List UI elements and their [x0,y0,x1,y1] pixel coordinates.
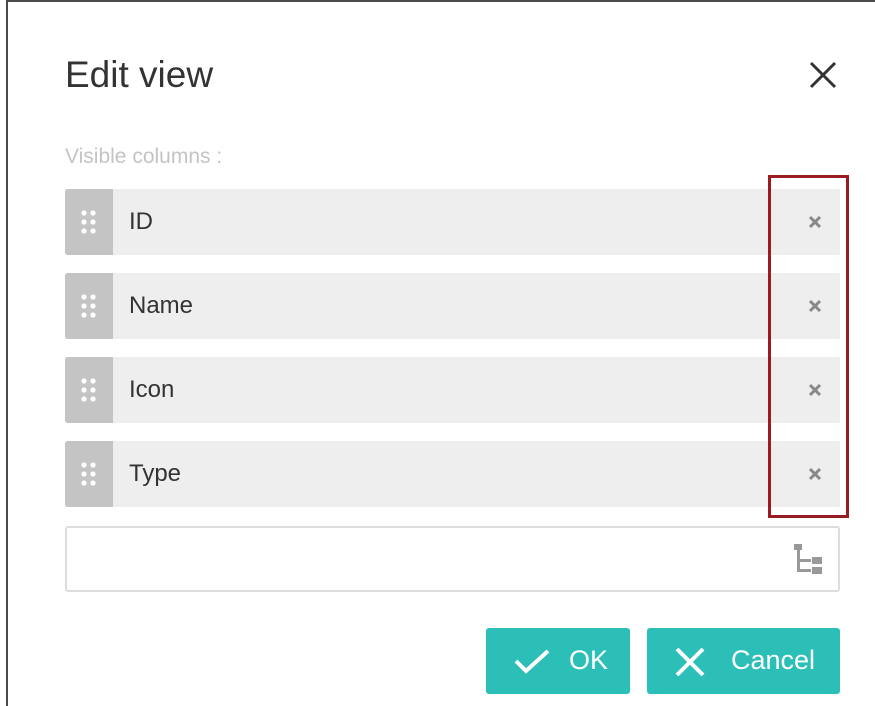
column-label: Name [129,292,194,319]
ok-button-label: OK [569,645,609,675]
ok-button[interactable]: OK [486,628,630,694]
drag-handle-icon[interactable] [65,273,113,339]
cancel-x-icon [675,647,705,677]
cancel-button[interactable]: Cancel [647,628,840,694]
column-label: ID [129,208,153,235]
column-row-icon: Icon [65,357,840,423]
add-column-input[interactable] [77,538,771,582]
column-row-name: Name [65,273,840,339]
column-label: Icon [129,376,175,403]
visible-columns-label: Visible columns : [65,145,223,168]
cancel-button-label: Cancel [731,645,816,675]
check-icon [514,649,550,674]
edit-view-dialog: Edit view Visible columns : ID Name Icon… [6,0,875,706]
drag-handle-icon[interactable] [65,441,113,507]
drag-handle-icon[interactable] [65,357,113,423]
remove-buttons-highlight [768,175,849,518]
add-column-field [65,526,840,592]
drag-handle-icon[interactable] [65,189,113,255]
column-label: Type [129,460,182,487]
column-row-id: ID [65,189,840,255]
close-icon[interactable] [806,58,840,92]
dialog-title: Edit view [65,54,214,95]
column-row-type: Type [65,441,840,507]
tree-structure-icon[interactable] [790,542,826,578]
